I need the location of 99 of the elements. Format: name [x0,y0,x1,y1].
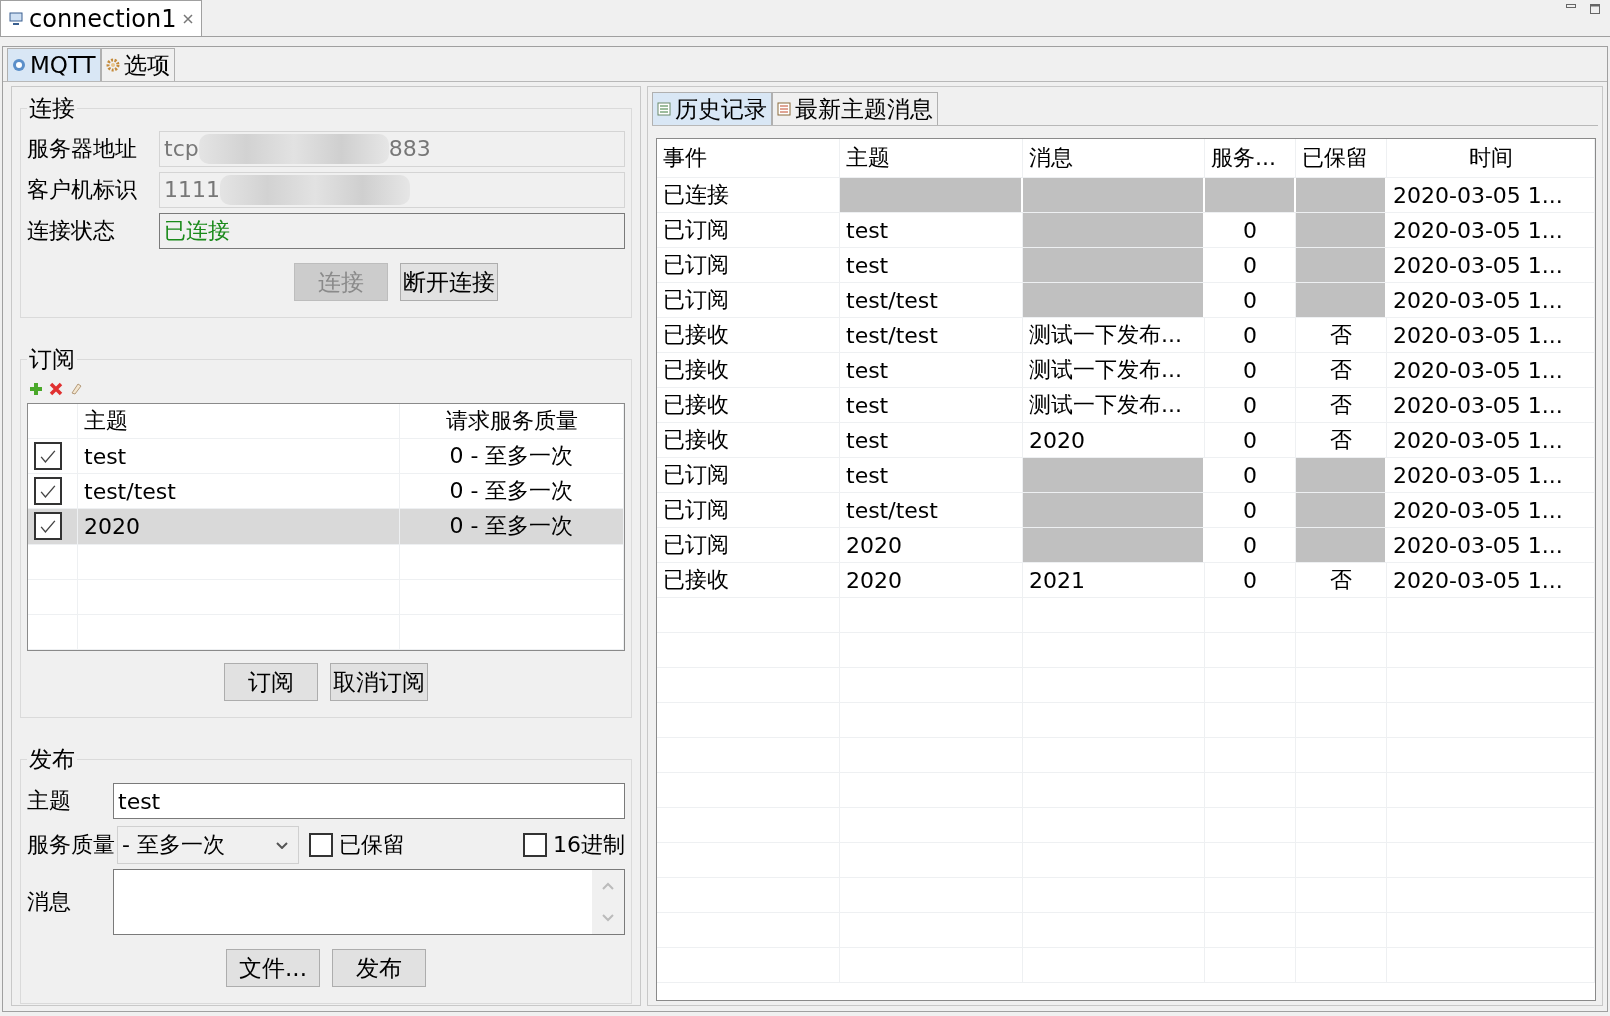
table-cell: 已接收 [657,353,840,387]
column-header[interactable]: 主题 [840,139,1023,177]
add-icon[interactable] [29,382,43,396]
column-header[interactable]: 消息 [1023,139,1205,177]
checkbox[interactable] [34,477,62,506]
table-icon [777,102,791,116]
group-title: 发布 [28,745,76,774]
table-cell: 0 - 至多一次 [400,474,624,509]
column-header[interactable]: 服务... [1205,139,1296,177]
column-header[interactable]: 事件 [657,139,840,177]
table-cell: 已接收 [657,318,840,352]
table-cell: 0 [1205,563,1296,597]
qos-dropdown[interactable]: - 至多一次 [117,826,299,864]
checkbox[interactable] [34,512,62,541]
group-title: 订阅 [28,345,76,374]
table-cell: 0 [1205,318,1296,352]
action-button[interactable]: 发布 [332,949,426,987]
delete-icon[interactable] [49,382,63,396]
table-cell: 已接收 [657,388,840,422]
minimize-icon[interactable] [1566,4,1576,8]
table-cell: 否 [1296,318,1387,352]
field-label: 服务器地址 [27,134,138,163]
table-cell: 已订阅 [657,458,840,492]
table-cell: 2020-03-05 1... [1387,493,1595,527]
table-cell: test/test [78,474,400,509]
table-cell: 2020 [1023,423,1205,457]
action-button[interactable]: 断开连接 [400,263,498,301]
table-cell: 2020 [78,509,400,544]
table-cell: 0 - 至多一次 [400,509,624,544]
close-icon[interactable] [182,13,193,24]
table-cell: 2020-03-05 1... [1387,353,1595,387]
table-cell: 2020-03-05 1... [1387,213,1595,247]
table-cell: 否 [1296,563,1387,597]
table-cell: 2020-03-05 1... [1387,528,1595,562]
column-header[interactable]: 请求服务质量 [400,404,624,439]
checkbox-label: 已保留 [339,831,405,859]
table-cell: test/test [840,318,1023,352]
table-cell: 测试一下发布... [1023,388,1205,422]
text-field[interactable]: 1111 [159,171,625,208]
tab[interactable]: 最新主题消息 [772,92,938,125]
table-cell: 已接收 [657,423,840,457]
column-header[interactable]: 时间 [1387,139,1595,177]
table-cell: 2020-03-05 1... [1387,458,1595,492]
table-cell: 2020-03-05 1... [1387,318,1595,352]
caret-icon [276,841,288,849]
topic-field[interactable]: test [113,783,625,819]
table-cell: 已订阅 [657,213,840,247]
table-cell: 2020-03-05 1... [1387,178,1595,212]
field-label: 连接状态 [27,216,116,245]
tab[interactable]: 历史记录 [652,92,772,125]
field-label: 客户机标识 [27,175,138,204]
action-button[interactable]: 订阅 [224,663,318,701]
table-cell: 0 - 至多一次 [400,439,624,474]
checkbox[interactable] [34,442,62,471]
column-header[interactable]: 主题 [78,404,400,439]
table-cell: 已接收 [657,563,840,597]
table-cell: 否 [1296,388,1387,422]
column-header[interactable]: 已保留 [1296,139,1387,177]
action-button[interactable]: 取消订阅 [330,663,428,701]
maximize-icon[interactable] [1590,4,1600,14]
table-cell: 0 [1205,353,1296,387]
table-cell: 否 [1296,423,1387,457]
status-field: 已连接 [159,212,625,249]
table-cell: 2020-03-05 1... [1387,248,1595,282]
field-label: 主题 [27,787,72,815]
field-label: 消息 [27,888,72,916]
checkbox-label: 16进制 [553,831,625,859]
group-title: 连接 [28,94,76,123]
table-cell: 0 [1205,388,1296,422]
field-label: 服务质量 [27,831,115,859]
table-cell: 2021 [1023,563,1205,597]
table-cell: 测试一下发布... [1023,318,1205,352]
table-cell: 已订阅 [657,283,840,317]
table-cell: 2020-03-05 1... [1387,423,1595,457]
table-cell: test [840,388,1023,422]
checkbox[interactable] [523,833,547,857]
table-cell: 0 [1205,423,1296,457]
table-cell: 测试一下发布... [1023,353,1205,387]
table-cell: 已订阅 [657,528,840,562]
table-cell: 否 [1296,353,1387,387]
checkbox[interactable] [309,833,333,857]
table-cell: test [840,353,1023,387]
tab[interactable]: MQTT [7,48,101,81]
editor-tab[interactable]: connection1 [0,0,202,36]
mqtt-icon [12,58,26,72]
action-button[interactable]: 文件... [226,949,320,987]
table-cell: 已订阅 [657,248,840,282]
tab[interactable]: 选项 [100,48,175,81]
table-cell: test [78,439,400,474]
table-cell: 2020-03-05 1... [1387,563,1595,597]
table-cell: 2020-03-05 1... [1387,283,1595,317]
monitor-icon [9,11,23,26]
list-icon [657,102,671,116]
table-cell: 2020 [840,563,1023,597]
table-cell: test [840,423,1023,457]
gear-icon [105,58,120,72]
text-field[interactable]: tcp 883 [159,130,625,167]
table-cell: 2020-03-05 1... [1387,388,1595,422]
table-cell: 已订阅 [657,493,840,527]
